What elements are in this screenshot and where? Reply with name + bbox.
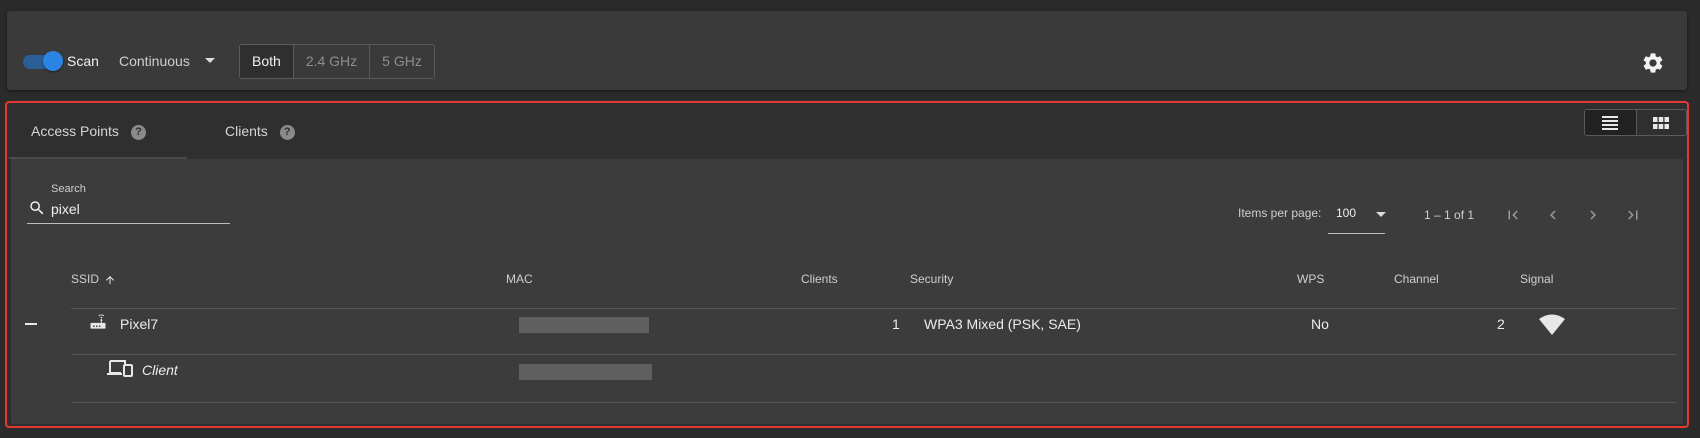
list-view-icon <box>1602 115 1619 130</box>
view-mode-toggle <box>1584 109 1687 136</box>
next-page-button[interactable] <box>1579 201 1607 229</box>
help-icon[interactable]: ? <box>130 124 146 140</box>
table-container: Search Items per page: 100 1 – 1 of 1 SS… <box>11 159 1683 424</box>
column-header-wps[interactable]: WPS <box>1297 272 1324 286</box>
tab-label: Access Points <box>31 123 119 139</box>
column-header-security[interactable]: Security <box>910 272 953 286</box>
arrow-up-icon <box>106 275 115 284</box>
list-view-button[interactable] <box>1585 110 1636 135</box>
items-per-page-value: 100 <box>1336 206 1357 220</box>
collapse-row-button[interactable] <box>25 323 37 325</box>
mac-redacted <box>519 364 652 380</box>
toolbar: Scan Continuous Both 2.4 GHz 5 GHz <box>7 11 1687 90</box>
chevron-down-icon[interactable] <box>205 58 215 63</box>
last-page-button[interactable] <box>1619 201 1647 229</box>
search-field[interactable]: Search <box>27 177 230 224</box>
search-icon <box>30 201 44 215</box>
tab-access-points[interactable]: Access Points? <box>9 103 187 159</box>
column-header-mac[interactable]: MAC <box>506 272 533 286</box>
grid-view-button[interactable] <box>1635 110 1687 135</box>
column-header-ssid[interactable]: SSID <box>71 272 116 286</box>
band-2g-button[interactable]: 2.4 GHz <box>292 45 370 78</box>
help-icon[interactable]: ? <box>279 124 295 140</box>
column-header-clients[interactable]: Clients <box>801 272 838 286</box>
band-selector: Both 2.4 GHz 5 GHz <box>239 44 435 79</box>
previous-page-button[interactable] <box>1539 201 1567 229</box>
band-5g-button[interactable]: 5 GHz <box>369 45 434 78</box>
scan-mode-select[interactable]: Continuous <box>119 53 190 69</box>
last-page-icon <box>1628 210 1638 220</box>
gear-icon[interactable] <box>1641 51 1665 75</box>
chevron-right-icon <box>1590 210 1596 220</box>
devices-icon <box>107 360 133 377</box>
wifi-signal-icon <box>1539 314 1565 335</box>
mac-redacted <box>519 317 649 333</box>
client-name-cell: Client <box>142 362 178 378</box>
row-divider <box>71 354 1677 355</box>
grid-view-icon <box>1653 116 1670 129</box>
band-both-button[interactable]: Both <box>240 45 293 78</box>
search-input[interactable] <box>51 199 221 219</box>
column-header-signal[interactable]: Signal <box>1520 272 1553 286</box>
items-per-page-label: Items per page: <box>1238 206 1322 220</box>
scan-label: Scan <box>67 53 99 69</box>
header-divider <box>71 308 1677 309</box>
tab-label: Clients <box>225 123 268 139</box>
first-page-icon <box>1508 210 1518 220</box>
first-page-button[interactable] <box>1499 201 1527 229</box>
page-range-label: 1 – 1 of 1 <box>1424 208 1475 222</box>
security-cell: WPA3 Mixed (PSK, SAE) <box>924 316 1081 332</box>
clients-count-cell: 1 <box>892 316 900 332</box>
channel-cell: 2 <box>1497 316 1505 332</box>
row-divider <box>71 402 1677 403</box>
tab-clients[interactable]: Clients? <box>225 103 295 159</box>
chevron-left-icon <box>1550 210 1556 220</box>
ssid-cell: Pixel7 <box>120 316 159 332</box>
main-panel: Access Points? Clients? Search pixel Ite… <box>5 101 1689 428</box>
column-header-label: SSID <box>71 272 100 286</box>
toggle-knob <box>43 51 63 71</box>
wps-cell: No <box>1311 316 1329 332</box>
chevron-down-icon <box>1376 212 1386 217</box>
column-header-channel[interactable]: Channel <box>1394 272 1439 286</box>
router-icon <box>90 314 106 329</box>
items-per-page-select[interactable]: 100 <box>1328 199 1386 234</box>
search-caption: Search <box>51 183 86 195</box>
scan-toggle[interactable] <box>23 51 63 71</box>
